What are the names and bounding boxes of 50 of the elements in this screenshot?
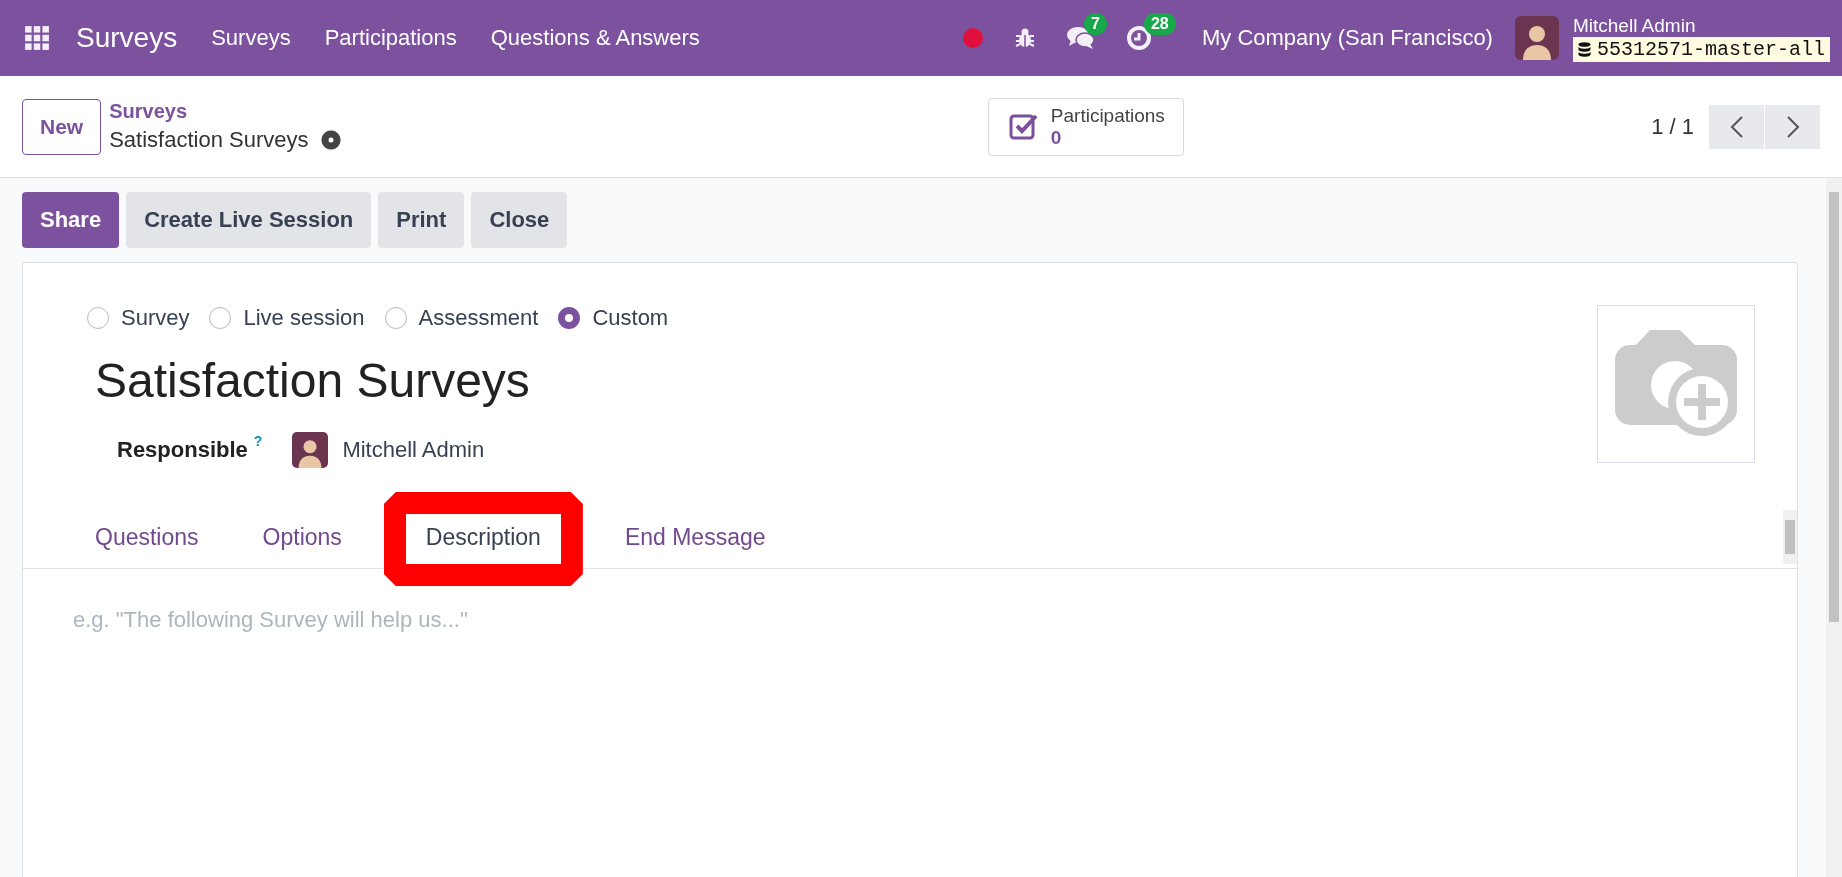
smart-button-label: Participations [1050, 104, 1165, 127]
tab[interactable]: End Message [602, 523, 788, 551]
camera-plus-icon [1615, 330, 1737, 438]
settings-icon[interactable] [320, 130, 341, 150]
participations-smart-button[interactable]: Participations 0 [987, 97, 1184, 156]
action-button[interactable]: Close [471, 192, 568, 248]
description-placeholder: e.g. "The following Survey will help us..." [73, 607, 468, 632]
user-avatar [292, 432, 329, 468]
database-name: 55312571-master-all [1596, 37, 1825, 61]
responsible-value[interactable]: Mitchell Admin [342, 437, 485, 463]
app-grid-icon[interactable] [24, 25, 50, 51]
menu-item[interactable]: Questions & Answers [490, 25, 700, 51]
user-name[interactable]: Mitchell Admin [1572, 14, 1830, 37]
radio-label[interactable]: Assessment [418, 305, 539, 331]
radio-label[interactable]: Custom [592, 305, 669, 331]
next-button[interactable] [1765, 104, 1820, 149]
action-button[interactable]: Print [378, 192, 465, 248]
tab[interactable]: Questions [73, 523, 221, 551]
menu-item[interactable]: Surveys [211, 25, 291, 51]
previous-button[interactable] [1709, 104, 1764, 149]
activity-count-badge: 28 [1143, 13, 1176, 35]
chevron-left-icon [1729, 114, 1744, 139]
action-button[interactable]: Create Live Session [126, 192, 372, 248]
record-title: Satisfaction Surveys [109, 127, 309, 153]
record-dot-icon[interactable] [961, 27, 984, 49]
company-switcher[interactable]: My Company (San Francisco) [1201, 25, 1493, 51]
pager-value: 1 / 1 [1651, 113, 1694, 140]
radio-label[interactable]: Live session [243, 305, 365, 331]
tab[interactable]: Options [240, 523, 364, 551]
scrollbar[interactable] [1826, 178, 1842, 877]
smart-button-value: 0 [1050, 126, 1062, 149]
image-upload-field[interactable] [1597, 305, 1755, 463]
message-count-badge: 7 [1083, 13, 1107, 35]
bug-icon[interactable] [1013, 27, 1036, 49]
radio-label[interactable]: Survey [121, 305, 190, 331]
tab[interactable]: Description [383, 523, 573, 551]
survey-title[interactable]: Satisfaction Surveys [95, 353, 1597, 408]
menu-item[interactable]: Participations [324, 25, 457, 51]
database-icon [1577, 41, 1591, 57]
radio-button[interactable] [558, 307, 581, 329]
new-button[interactable]: New [22, 98, 102, 155]
help-mark[interactable]: ? [253, 433, 263, 449]
scrollbar[interactable] [1783, 510, 1797, 564]
breadcrumb-link[interactable]: Surveys [109, 100, 341, 123]
field-label: Responsible [117, 437, 248, 463]
action-button[interactable]: Share [22, 192, 120, 248]
user-avatar[interactable] [1514, 16, 1559, 60]
clock-icon[interactable] [1125, 25, 1152, 51]
chevron-right-icon [1785, 114, 1800, 139]
app-name[interactable]: Surveys [76, 22, 178, 54]
